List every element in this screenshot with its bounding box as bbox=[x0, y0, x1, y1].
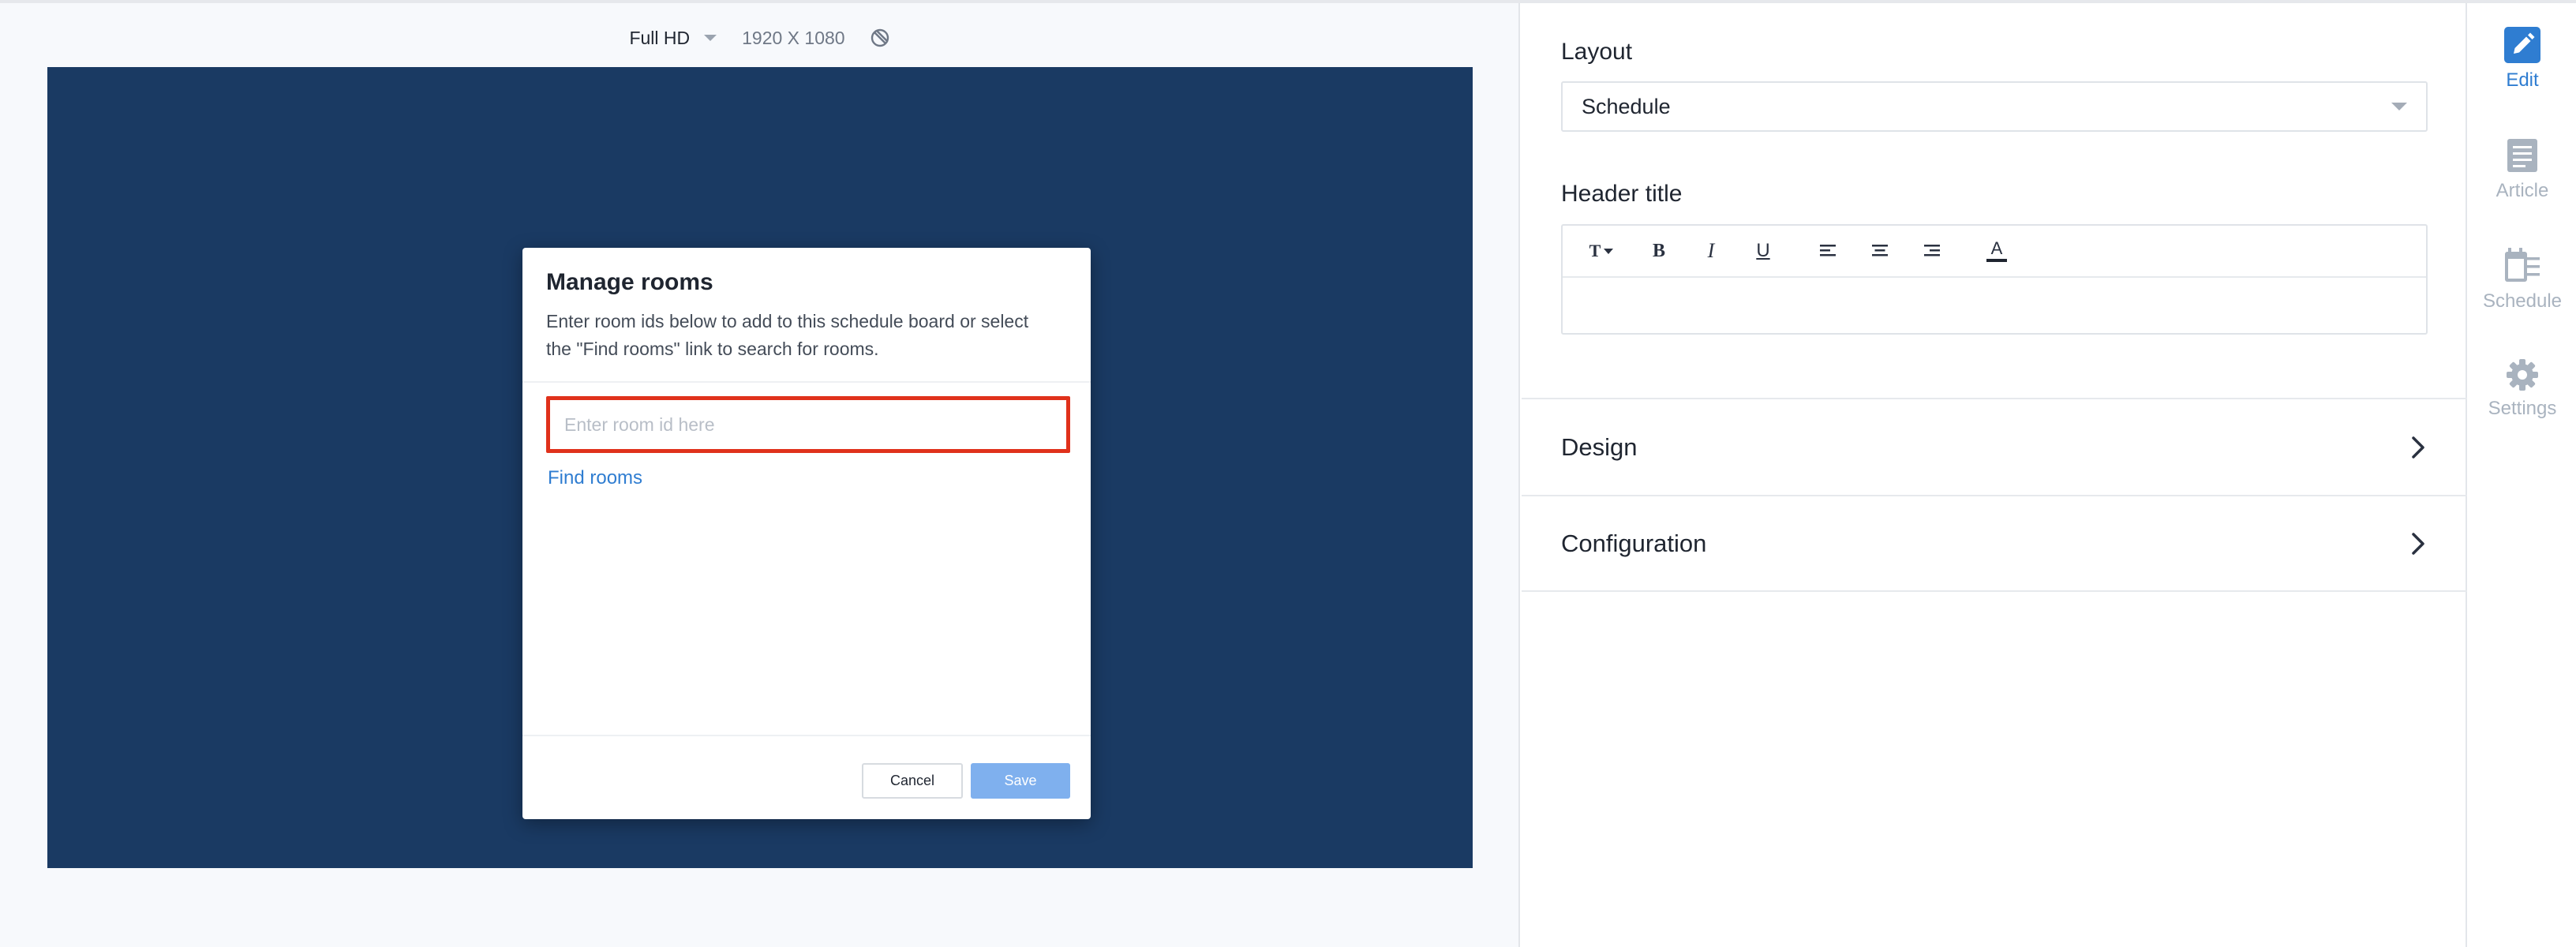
dialog-description-line2: the "Find rooms" link to search for room… bbox=[546, 339, 879, 359]
configuration-section[interactable]: Configuration bbox=[1522, 495, 2467, 592]
article-icon bbox=[2507, 139, 2537, 172]
underline-button[interactable]: U bbox=[1746, 235, 1780, 267]
rail-label-schedule: Schedule bbox=[2482, 290, 2563, 312]
configuration-section-title: Configuration bbox=[1561, 529, 1707, 557]
preview-toolbar: Full HD 1920 X 1080 bbox=[0, 21, 1520, 55]
pencil-icon bbox=[2504, 27, 2540, 63]
rail-item-settings[interactable]: Settings bbox=[2469, 358, 2576, 445]
gear-icon bbox=[2507, 359, 2538, 391]
text-color-swatch bbox=[1986, 259, 2007, 262]
header-title-editor: T B I U A bbox=[1561, 224, 2428, 335]
app-root: Full HD 1920 X 1080 Manage rooms Enter r… bbox=[0, 0, 2576, 947]
text-color-button[interactable]: A bbox=[1979, 235, 2014, 267]
screen-preview: Manage rooms Enter room ids below to add… bbox=[47, 67, 1473, 868]
chevron-down-icon bbox=[1604, 248, 1614, 254]
resolution-label: Full HD bbox=[629, 27, 691, 48]
schedule-icon bbox=[2505, 248, 2540, 282]
cancel-button[interactable]: Cancel bbox=[862, 763, 963, 799]
rail-label-article: Article bbox=[2496, 180, 2549, 201]
rail-label-edit: Edit bbox=[2506, 69, 2539, 91]
align-right-icon bbox=[1924, 245, 1940, 256]
rail-item-article[interactable]: Article bbox=[2469, 137, 2576, 224]
resolution-dimensions: 1920 X 1080 bbox=[742, 27, 845, 48]
dialog-header: Manage rooms Enter room ids below to add… bbox=[522, 248, 1091, 383]
design-section-title: Design bbox=[1561, 432, 1638, 461]
text-size-icon: T bbox=[1589, 241, 1601, 260]
bold-button[interactable]: B bbox=[1642, 235, 1676, 267]
layout-label: Layout bbox=[1561, 39, 1633, 65]
chevron-down-icon bbox=[704, 35, 717, 41]
chevron-right-icon bbox=[2412, 436, 2424, 459]
italic-icon: I bbox=[1707, 239, 1715, 262]
italic-button[interactable]: I bbox=[1694, 235, 1728, 267]
dialog-description-line1: Enter room ids below to add to this sche… bbox=[546, 311, 1029, 331]
align-left-button[interactable] bbox=[1810, 235, 1845, 267]
text-color-icon: A bbox=[1990, 238, 2003, 258]
align-left-icon bbox=[1820, 245, 1836, 256]
rotate-icon[interactable] bbox=[869, 27, 891, 49]
resolution-select[interactable]: Full HD bbox=[629, 28, 717, 49]
header-title-input[interactable] bbox=[1563, 278, 2426, 333]
properties-panel: Layout Schedule Header title T B I U A D… bbox=[1522, 3, 2467, 947]
side-rail: Edit Article Schedule Settings bbox=[2469, 3, 2576, 947]
room-id-input[interactable] bbox=[546, 396, 1070, 453]
rail-item-schedule[interactable]: Schedule bbox=[2469, 246, 2576, 333]
dialog-footer: Cancel Save bbox=[522, 735, 1091, 819]
layout-select-value: Schedule bbox=[1582, 94, 1671, 118]
rail-item-edit[interactable]: Edit bbox=[2469, 27, 2576, 114]
chevron-down-icon bbox=[2391, 103, 2407, 110]
align-right-button[interactable] bbox=[1915, 235, 1949, 267]
bold-icon: B bbox=[1652, 240, 1665, 261]
manage-rooms-dialog: Manage rooms Enter room ids below to add… bbox=[522, 248, 1091, 819]
chevron-right-icon bbox=[2412, 532, 2424, 555]
dialog-description: Enter room ids below to add to this sche… bbox=[546, 308, 1067, 363]
design-section[interactable]: Design bbox=[1522, 398, 2467, 495]
save-button[interactable]: Save bbox=[971, 763, 1070, 799]
rich-text-toolbar: T B I U A bbox=[1563, 226, 2426, 278]
rail-label-settings: Settings bbox=[2488, 398, 2557, 419]
underline-icon: U bbox=[1756, 240, 1770, 261]
find-rooms-link[interactable]: Find rooms bbox=[548, 467, 642, 489]
align-center-icon bbox=[1872, 245, 1888, 256]
text-size-button[interactable]: T bbox=[1578, 235, 1624, 267]
preview-area: Full HD 1920 X 1080 Manage rooms Enter r… bbox=[0, 3, 1520, 947]
header-title-label: Header title bbox=[1561, 181, 1683, 207]
align-center-button[interactable] bbox=[1863, 235, 1897, 267]
dialog-title: Manage rooms bbox=[546, 269, 713, 295]
layout-select[interactable]: Schedule bbox=[1561, 81, 2428, 132]
